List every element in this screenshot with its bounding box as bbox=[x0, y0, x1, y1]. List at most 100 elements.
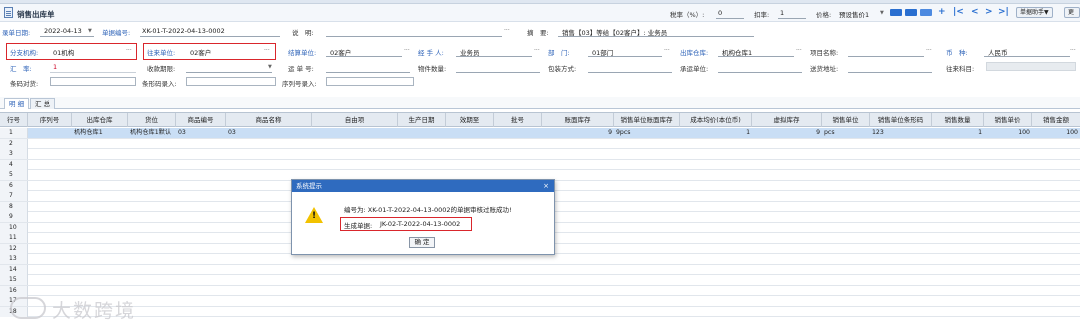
col-amount[interactable]: 销售金额 bbox=[1032, 113, 1080, 127]
add-icon[interactable]: + bbox=[938, 7, 946, 17]
more-button[interactable]: 更多 bbox=[1064, 7, 1080, 18]
settle-more-icon[interactable]: ··· bbox=[404, 47, 410, 54]
cell-qty[interactable]: 1 bbox=[932, 128, 984, 138]
discount-input[interactable]: 1 bbox=[780, 9, 784, 17]
calendar-dropdown-icon[interactable]: ▼ bbox=[88, 28, 92, 34]
cell-prod[interactable] bbox=[398, 128, 446, 138]
table-row[interactable]: 13 bbox=[0, 254, 1080, 265]
system-prompt-dialog: 系统提示 × ! 编号为: XK-01-T-2022-04-13-0002的单据… bbox=[291, 179, 555, 255]
warehouse-label: 出库仓库: bbox=[680, 49, 709, 57]
barcode-entry-input[interactable] bbox=[186, 77, 276, 86]
cell-virtual[interactable]: 9 bbox=[752, 128, 822, 138]
col-serial[interactable]: 序列号 bbox=[28, 113, 72, 127]
col-row-number[interactable]: 行号 bbox=[0, 113, 28, 127]
watermark-logo bbox=[10, 297, 46, 319]
tab-detail[interactable]: 明 细 bbox=[4, 98, 30, 109]
list-icon[interactable] bbox=[905, 9, 917, 16]
col-product-code[interactable]: 商品编号 bbox=[176, 113, 226, 127]
serial-entry-input[interactable] bbox=[326, 77, 414, 86]
chevron-down-icon[interactable]: ▼ bbox=[880, 10, 884, 16]
row-number: 13 bbox=[0, 254, 28, 264]
handler-label: 经 手 人: bbox=[418, 49, 444, 57]
col-batch[interactable]: 批号 bbox=[494, 113, 542, 127]
last-record-icon[interactable]: >| bbox=[998, 7, 1009, 17]
cell-warehouse[interactable]: 机构仓库1 bbox=[72, 128, 128, 138]
table-row[interactable]: 1 机构仓库1 机构仓库1默认 03 03 9 9pcs 1 9 pcs 123 1 100 100 bbox=[0, 128, 1080, 139]
col-quantity[interactable]: 销售数量 bbox=[932, 113, 984, 127]
table-row[interactable]: 2 bbox=[0, 138, 1080, 149]
cell-expire[interactable] bbox=[446, 128, 494, 138]
col-virtual-stock[interactable]: 虚拟库存 bbox=[752, 113, 822, 127]
col-unit-barcode[interactable]: 销售单位条形码 bbox=[870, 113, 932, 127]
close-icon[interactable]: × bbox=[543, 180, 549, 192]
first-record-icon[interactable]: |< bbox=[953, 7, 964, 17]
dialog-message: 编号为: XK-01-T-2022-04-13-0002的单据审核过账成功! bbox=[344, 206, 512, 214]
table-row[interactable]: 18 bbox=[0, 306, 1080, 317]
col-book-stock[interactable]: 账面库存 bbox=[542, 113, 614, 127]
col-unit-stock[interactable]: 销售单位账面库存 bbox=[614, 113, 680, 127]
barcode-scan-input[interactable] bbox=[50, 77, 136, 86]
cell-location[interactable]: 机构仓库1默认 bbox=[128, 128, 176, 138]
cell-serial[interactable] bbox=[28, 128, 72, 138]
col-cost[interactable]: 成本均价(本位币) bbox=[680, 113, 752, 127]
warehouse-more-icon[interactable]: ··· bbox=[796, 47, 802, 54]
cell-unit_barcode[interactable]: 123 bbox=[870, 128, 932, 138]
cell-cost[interactable]: 1 bbox=[680, 128, 752, 138]
description-underline bbox=[326, 36, 502, 37]
tab-summary[interactable]: 汇 总 bbox=[30, 98, 56, 109]
price-select[interactable]: 预设售价1 bbox=[839, 9, 869, 19]
col-location[interactable]: 货位 bbox=[128, 113, 176, 127]
warning-exclamation: ! bbox=[312, 211, 317, 221]
cell-price[interactable]: 100 bbox=[984, 128, 1032, 138]
document-helper-button[interactable]: 单据助手▼ bbox=[1016, 7, 1053, 18]
branch-input[interactable]: 01机构 bbox=[53, 47, 74, 57]
partner-more-icon[interactable]: ··· bbox=[264, 47, 270, 54]
docno-input[interactable]: XK-01-T-2022-04-13-0002 bbox=[142, 27, 225, 35]
chevron-down-icon[interactable]: ▼ bbox=[268, 64, 272, 70]
cell-unit[interactable]: pcs bbox=[822, 128, 870, 138]
cell-unit_stock[interactable]: 9pcs bbox=[614, 128, 680, 138]
handler-more-icon[interactable]: ··· bbox=[534, 47, 540, 54]
cell-amount[interactable]: 100 bbox=[1032, 128, 1080, 138]
col-sales-unit[interactable]: 销售单位 bbox=[822, 113, 870, 127]
partner-input[interactable]: 02客户 bbox=[190, 47, 211, 57]
col-unit-price[interactable]: 销售单价 bbox=[984, 113, 1032, 127]
cell-name[interactable]: 03 bbox=[226, 128, 312, 138]
branch-more-icon[interactable]: ··· bbox=[126, 47, 132, 54]
table-row[interactable]: 14 bbox=[0, 264, 1080, 275]
account-input[interactable] bbox=[986, 62, 1076, 71]
project-more-icon[interactable]: ··· bbox=[926, 47, 932, 54]
ok-button[interactable]: 确 定 bbox=[409, 237, 435, 248]
summary-underline bbox=[558, 36, 754, 37]
table-row[interactable]: 15 bbox=[0, 275, 1080, 286]
cell-code[interactable]: 03 bbox=[176, 128, 226, 138]
table-row[interactable]: 16 bbox=[0, 285, 1080, 296]
table-row[interactable]: 4 bbox=[0, 159, 1080, 170]
dialog-title: 系统提示 bbox=[292, 180, 554, 192]
cell-free[interactable] bbox=[312, 128, 398, 138]
table-row[interactable]: 3 bbox=[0, 149, 1080, 160]
description-more-icon[interactable]: ··· bbox=[504, 27, 510, 34]
cell-batch[interactable] bbox=[494, 128, 542, 138]
settle-underline bbox=[326, 56, 402, 57]
col-production-date[interactable]: 生产日期 bbox=[398, 113, 446, 127]
grid-icon[interactable] bbox=[920, 9, 932, 16]
date-input[interactable]: 2022-04-13 bbox=[44, 27, 82, 35]
previous-record-icon[interactable]: < bbox=[971, 7, 979, 17]
row-number: 6 bbox=[0, 180, 28, 191]
col-free-item[interactable]: 自由项 bbox=[312, 113, 398, 127]
col-warehouse[interactable]: 出库仓库 bbox=[72, 113, 128, 127]
layout-icon[interactable] bbox=[890, 9, 902, 16]
row-number: 9 bbox=[0, 212, 28, 222]
next-record-icon[interactable]: > bbox=[985, 7, 993, 17]
dept-more-icon[interactable]: ··· bbox=[664, 47, 670, 54]
col-product-name[interactable]: 商品名称 bbox=[226, 113, 312, 127]
rate-input[interactable]: 1 bbox=[53, 63, 57, 71]
row-number: 4 bbox=[0, 159, 28, 170]
table-row[interactable]: 17 bbox=[0, 296, 1080, 307]
col-expire-date[interactable]: 效期至 bbox=[446, 113, 494, 127]
cell-stock[interactable]: 9 bbox=[542, 128, 614, 138]
tax-input[interactable]: 0 bbox=[718, 9, 722, 17]
currency-more-icon[interactable]: ··· bbox=[1070, 47, 1076, 54]
row-number: 8 bbox=[0, 201, 28, 212]
